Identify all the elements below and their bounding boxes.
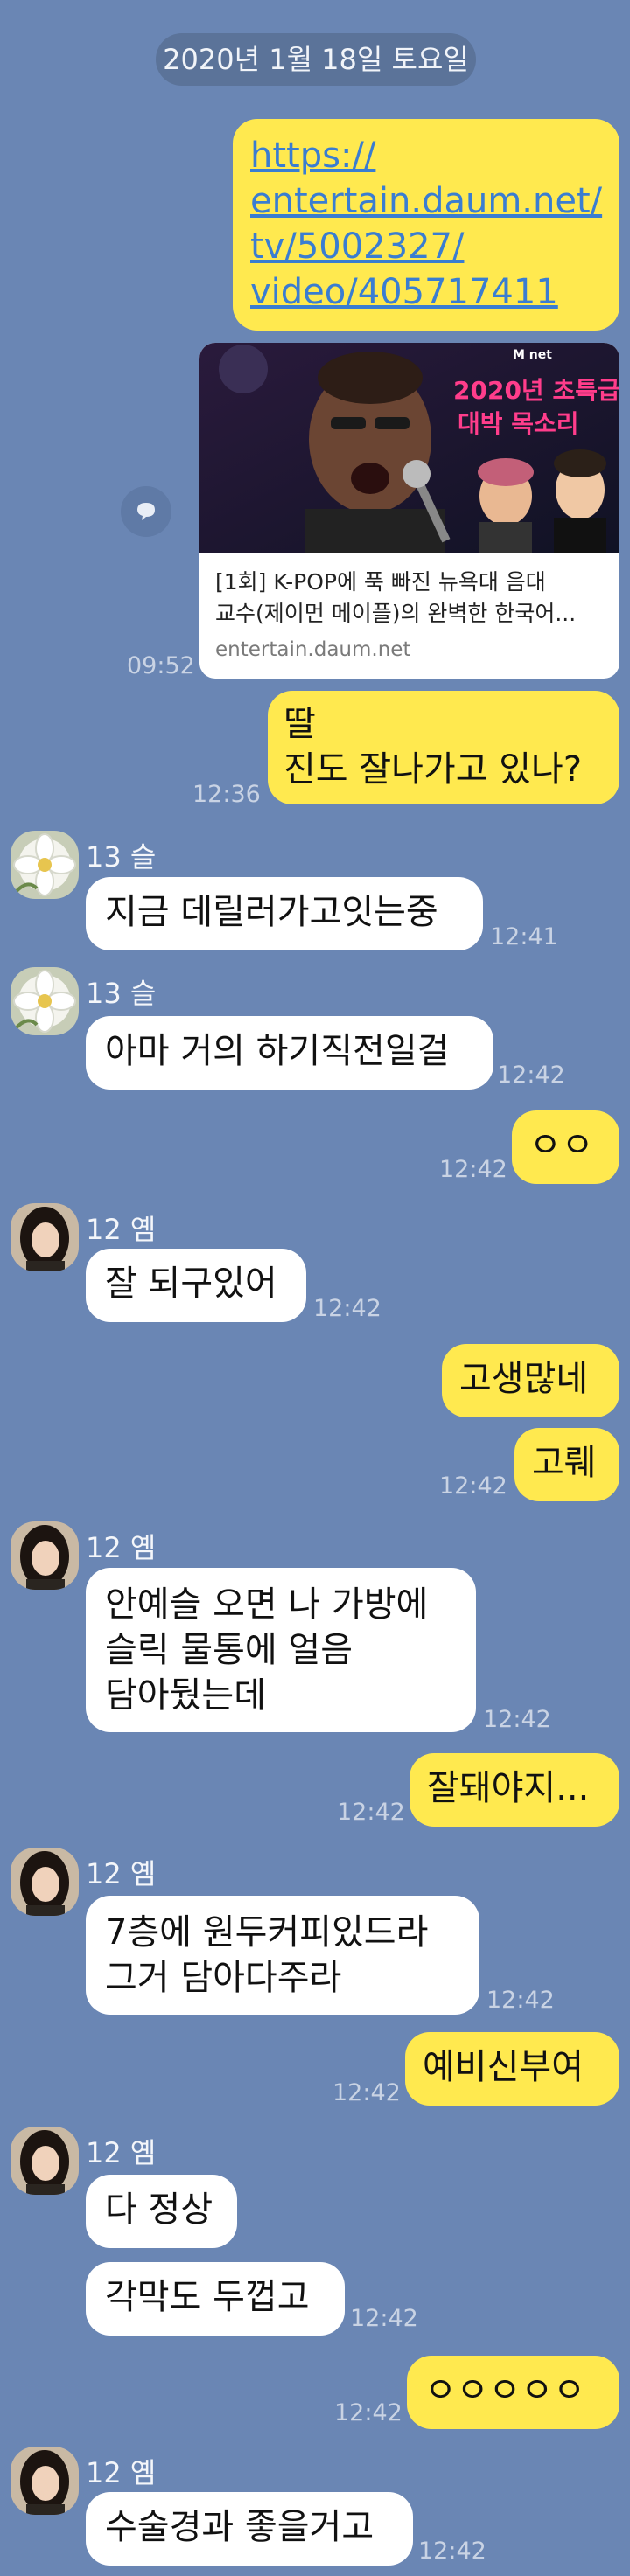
message-time: 12:42	[439, 1472, 508, 1500]
message-text: 각막도 두껍고	[105, 2277, 310, 2317]
other-message-bubble[interactable]: 수술경과 좋을거고	[86, 2492, 413, 2566]
message-text: 고생많네	[459, 1359, 589, 1399]
sender-name: 12 옘	[86, 2456, 157, 2489]
message-time: 12:42	[483, 1706, 551, 1733]
message-text: 아마 거의 하기직전일걸	[105, 1031, 450, 1071]
message-text: ㅇㅇ	[529, 1125, 594, 1166]
message-text: 그거 담아다주라	[105, 1958, 342, 1998]
message-text: 슬릭 물통에 얼음	[105, 1630, 354, 1670]
sender-name: 12 옘	[86, 1213, 157, 1246]
message-text: 7층에 원두커피있드라	[105, 1912, 429, 1953]
link-url-line[interactable]: https://	[250, 133, 602, 178]
flower-avatar[interactable]	[10, 967, 79, 1035]
woman-avatar[interactable]	[10, 2447, 79, 2515]
my-message-bubble[interactable]: ㅇㅇ	[512, 1110, 620, 1184]
link-url-line[interactable]: video/405717411	[250, 269, 602, 315]
other-message-bubble[interactable]: 7층에 원두커피있드라 그거 담아다주라	[86, 1896, 480, 2015]
my-message-bubble[interactable]: 딸 진도 잘나가고 있나?	[268, 691, 620, 804]
message-text: ㅇㅇㅇㅇㅇ	[424, 2371, 585, 2411]
date-divider: 2020년 1월 18일 토요일	[156, 33, 476, 86]
link-url-line[interactable]: entertain.daum.net/	[250, 178, 602, 224]
message-time: 12:42	[439, 1156, 508, 1183]
message-text: 지금 데릴러가고잇는중	[105, 892, 438, 932]
message-time: 12:42	[337, 1799, 405, 1826]
card-title-line: [1회] K-POP에 푹 빠진 뉴욕대 음대	[215, 569, 546, 595]
message-time: 12:42	[334, 2399, 402, 2426]
sender-name: 13 슬	[86, 840, 157, 874]
thumb-channel: M net	[513, 348, 552, 362]
woman-avatar[interactable]	[10, 2127, 79, 2195]
message-text: 딸	[284, 704, 316, 744]
thumb-subheadline: 대박 목소리	[458, 409, 579, 438]
message-time: 12:42	[350, 2305, 418, 2332]
sender-name: 13 슬	[86, 977, 157, 1010]
message-time: 09:52	[127, 652, 195, 679]
card-domain: entertain.daum.net	[215, 638, 411, 661]
my-message-bubble[interactable]: 잘돼야지...	[410, 1753, 620, 1827]
other-message-bubble[interactable]: 지금 데릴러가고잇는중	[86, 877, 483, 950]
video-thumbnail[interactable]: M net 2020년 초특급 대박 목소리	[200, 343, 620, 553]
card-title-line: 교수(제이먼 메이플)의 완벽한 한국어...	[215, 601, 577, 626]
thumb-headline: 2020년 초특급	[453, 376, 620, 405]
other-message-bubble[interactable]: 잘 되구있어	[86, 1249, 306, 1322]
message-time: 12:42	[418, 2538, 486, 2565]
message-text: 수술경과 좋을거고	[105, 2507, 374, 2547]
message-time: 12:42	[313, 1295, 382, 1322]
message-text: 잘 되구있어	[105, 1264, 277, 1304]
message-text: 고뤠	[532, 1443, 597, 1483]
sender-name: 12 옘	[86, 1531, 157, 1564]
flower-avatar[interactable]	[10, 831, 79, 899]
message-time: 12:42	[486, 1987, 555, 2014]
message-text: 진도 잘나가고 있나?	[284, 749, 583, 790]
share-icon	[137, 503, 155, 520]
my-message-bubble[interactable]: 고생많네	[442, 1344, 620, 1417]
link-url-line[interactable]: tv/5002327/	[250, 224, 602, 269]
woman-avatar[interactable]	[10, 1848, 79, 1916]
sender-name: 12 옘	[86, 2136, 157, 2169]
message-time: 12:42	[332, 2079, 401, 2106]
message-time: 12:41	[490, 923, 558, 950]
other-message-bubble[interactable]: 각막도 두껍고	[86, 2262, 345, 2336]
other-message-bubble[interactable]: 다 정상	[86, 2175, 237, 2248]
sender-name: 12 옘	[86, 1857, 157, 1890]
woman-avatar[interactable]	[10, 1203, 79, 1271]
woman-avatar[interactable]	[10, 1521, 79, 1590]
message-text: 담아뒀는데	[105, 1675, 266, 1716]
link-preview-card[interactable]: M net 2020년 초특급 대박 목소리 [1회] K-POP에 푹 빠진 …	[200, 343, 620, 679]
card-title[interactable]: [1회] K-POP에 푹 빠진 뉴욕대 음대 교수(제이먼 메이플)의 완벽한…	[215, 567, 609, 630]
message-text: 안예슬 오면 나 가방에	[105, 1584, 429, 1625]
other-message-bubble[interactable]: 안예슬 오면 나 가방에 슬릭 물통에 얼음 담아뒀는데	[86, 1568, 476, 1732]
message-text: 다 정상	[105, 2190, 214, 2230]
message-text: 예비신부여	[423, 2047, 584, 2087]
other-message-bubble[interactable]: 아마 거의 하기직전일걸	[86, 1016, 494, 1090]
share-button[interactable]	[121, 486, 172, 537]
link-bubble[interactable]: https:// entertain.daum.net/ tv/5002327/…	[233, 119, 620, 331]
my-message-bubble[interactable]: ㅇㅇㅇㅇㅇ	[407, 2356, 620, 2429]
message-text: 잘돼야지...	[427, 1768, 590, 1808]
message-time: 12:42	[497, 1062, 565, 1089]
my-message-bubble[interactable]: 예비신부여	[405, 2032, 620, 2106]
my-message-bubble[interactable]: 고뤠	[514, 1428, 620, 1501]
message-time: 12:36	[192, 781, 261, 808]
